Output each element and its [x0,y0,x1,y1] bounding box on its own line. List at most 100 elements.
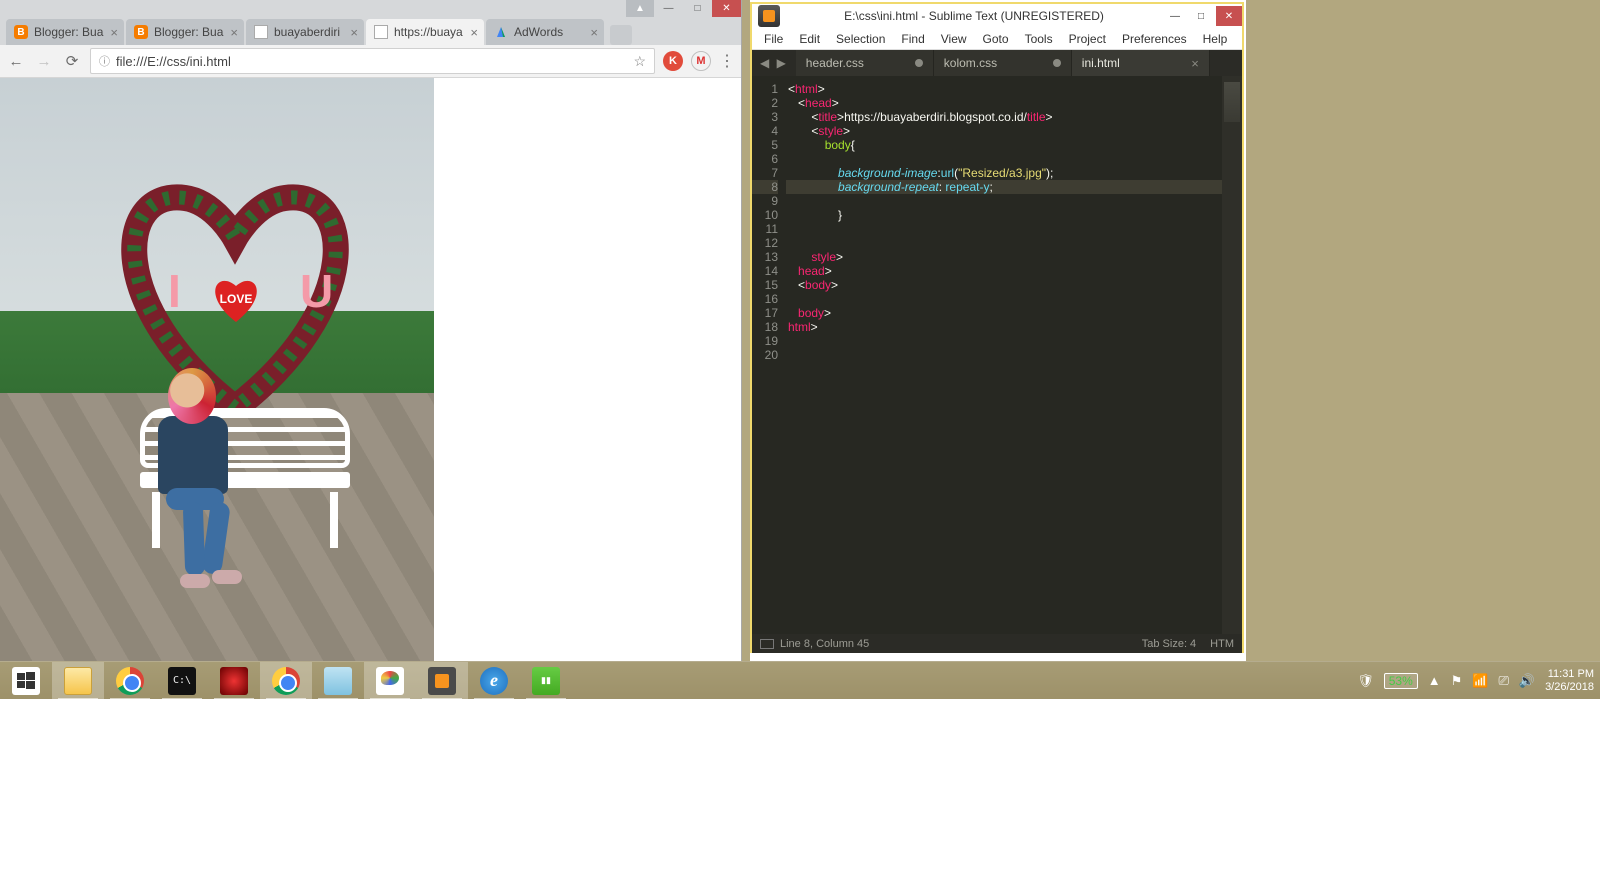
page-viewport: I LOVE U [0,78,741,661]
chrome-user-button[interactable]: ▲ [626,0,654,17]
background-photo: I LOVE U [0,78,434,661]
desktop-right [1246,0,1600,661]
sublime-tab-header-css[interactable]: header.css [796,50,934,76]
menu-edit[interactable]: Edit [791,32,828,46]
tray-battery[interactable]: 53% [1384,673,1418,689]
sublime-tabs: header.css kolom.css ini.html× [796,50,1242,76]
tab-buayaberdiri[interactable]: buayaberdiri × [246,19,364,45]
sublime-icon [428,667,456,695]
sublime-window: E:\css\ini.html - Sublime Text (UNREGIST… [750,2,1244,653]
chrome-window: ▲ — □ ✕ B Blogger: Bua × B Blogger: Bua … [0,0,742,661]
tab-blogger-1[interactable]: B Blogger: Bua × [6,19,124,45]
sublime-tab-label: header.css [806,56,864,70]
tray-device-icon[interactable]: ⎚ [1498,673,1508,689]
sublime-tab-ini-html[interactable]: ini.html× [1072,50,1210,76]
taskbar-chrome-1[interactable] [104,662,156,700]
blogger-icon: B [134,25,148,39]
tray-network-icon[interactable]: 📶 [1472,673,1488,689]
photo-person [140,368,250,598]
taskbar-green-app[interactable]: ▮▮ [520,662,572,700]
blogger-icon: B [14,25,28,39]
taskbar-sublime[interactable] [416,662,468,700]
chrome-icon [116,667,144,695]
start-button[interactable] [0,662,52,700]
taskbar-paint[interactable] [364,662,416,700]
sublime-logo-icon [758,5,780,27]
chrome-minimize-button[interactable]: — [654,0,683,17]
tab-label: Blogger: Bua [34,25,106,39]
bookmark-star-icon[interactable]: ☆ [633,53,646,70]
sublime-title: E:\css\ini.html - Sublime Text (UNREGIST… [786,9,1162,23]
tab-close-icon[interactable]: × [350,25,358,40]
taskbar-cmd[interactable]: C:\ [156,662,208,700]
forward-button[interactable]: → [34,53,54,70]
titlebar-spacer [0,0,626,17]
url-text: file:///E://css/ini.html [116,54,633,69]
taskbar-chrome-2[interactable] [260,662,312,700]
green-app-icon: ▮▮ [532,667,560,695]
tab-label: https://buaya [394,25,466,39]
status-syntax[interactable]: HTM [1210,638,1234,650]
tray-flag-icon[interactable]: ⚑ [1451,673,1463,689]
tab-ini-html[interactable]: https://buaya × [366,19,484,45]
menu-preferences[interactable]: Preferences [1114,32,1195,46]
chrome-menu-icon[interactable]: ⋮ [719,51,735,71]
taskbar-explorer[interactable] [52,662,104,700]
menu-goto[interactable]: Goto [975,32,1017,46]
code-text: <html> <head> <title>https://buayaberdir… [788,82,1222,334]
status-tabsize[interactable]: Tab Size: 4 [1142,638,1196,650]
red-app-icon [220,667,248,695]
tray-shield-icon[interactable]: 🛡 [1357,673,1374,689]
new-tab-button[interactable] [610,25,632,45]
minimap[interactable] [1222,76,1242,634]
taskbar-notepad[interactable] [312,662,364,700]
tab-close-icon[interactable]: × [470,25,478,40]
sublime-editor: 1234567891011121314151617181920 <html> <… [752,76,1242,634]
adwords-icon [494,25,508,39]
chrome-tabstrip: B Blogger: Bua × B Blogger: Bua × buayab… [0,17,741,45]
menu-find[interactable]: Find [893,32,932,46]
tray-clock[interactable]: 11:31 PM 3/26/2018 [1545,668,1594,694]
photo-letter-u: U [300,268,333,314]
tab-adwords[interactable]: AdWords × [486,19,604,45]
menu-selection[interactable]: Selection [828,32,893,46]
site-info-icon[interactable]: ⓘ [99,53,110,69]
sublime-maximize-button[interactable]: □ [1188,6,1214,26]
back-button[interactable]: ← [6,53,26,70]
chrome-titlebar[interactable]: ▲ — □ ✕ [0,0,741,17]
tray-up-icon[interactable]: ▲ [1428,673,1441,688]
tray-volume-icon[interactable]: 🔊 [1519,673,1535,689]
taskbar-ie[interactable] [468,662,520,700]
tab-close-icon[interactable]: × [230,25,238,40]
extension-gmail-icon[interactable]: M [691,51,711,71]
menu-file[interactable]: File [756,32,791,46]
menu-view[interactable]: View [933,32,975,46]
sublime-tab-kolom-css[interactable]: kolom.css [934,50,1072,76]
page-icon [254,25,268,39]
tab-blogger-2[interactable]: B Blogger: Bua × [126,19,244,45]
status-left: Line 8, Column 45 [760,638,869,650]
sublime-minimize-button[interactable]: — [1162,6,1188,26]
address-bar[interactable]: ⓘ file:///E://css/ini.html ☆ [90,48,655,74]
tab-close-icon[interactable]: × [110,25,118,40]
menu-project[interactable]: Project [1061,32,1114,46]
sublime-close-button[interactable]: ✕ [1216,6,1242,26]
extension-k-icon[interactable]: K [663,51,683,71]
line-number-gutter[interactable]: 1234567891011121314151617181920 [752,76,786,634]
code-area[interactable]: <html> <head> <title>https://buayaberdir… [786,76,1222,634]
ie-icon [480,667,508,695]
tab-close-icon[interactable]: × [590,25,598,40]
chrome-maximize-button[interactable]: □ [683,0,712,17]
menu-tools[interactable]: Tools [1017,32,1061,46]
chrome-close-button[interactable]: ✕ [712,0,741,17]
taskbar-app-red[interactable] [208,662,260,700]
tab-close-icon[interactable]: × [1191,56,1199,71]
dirty-dot-icon [1053,59,1061,67]
status-position[interactable]: Line 8, Column 45 [780,638,869,650]
chrome-toolbar: ← → ⟳ ⓘ file:///E://css/ini.html ☆ K M ⋮ [0,45,741,78]
reload-button[interactable]: ⟳ [62,52,82,70]
panel-icon[interactable] [760,639,774,649]
menu-help[interactable]: Help [1195,32,1236,46]
sublime-titlebar[interactable]: E:\css\ini.html - Sublime Text (UNREGIST… [752,4,1242,28]
sublime-nav-arrows[interactable]: ◀ ▶ [752,56,796,70]
